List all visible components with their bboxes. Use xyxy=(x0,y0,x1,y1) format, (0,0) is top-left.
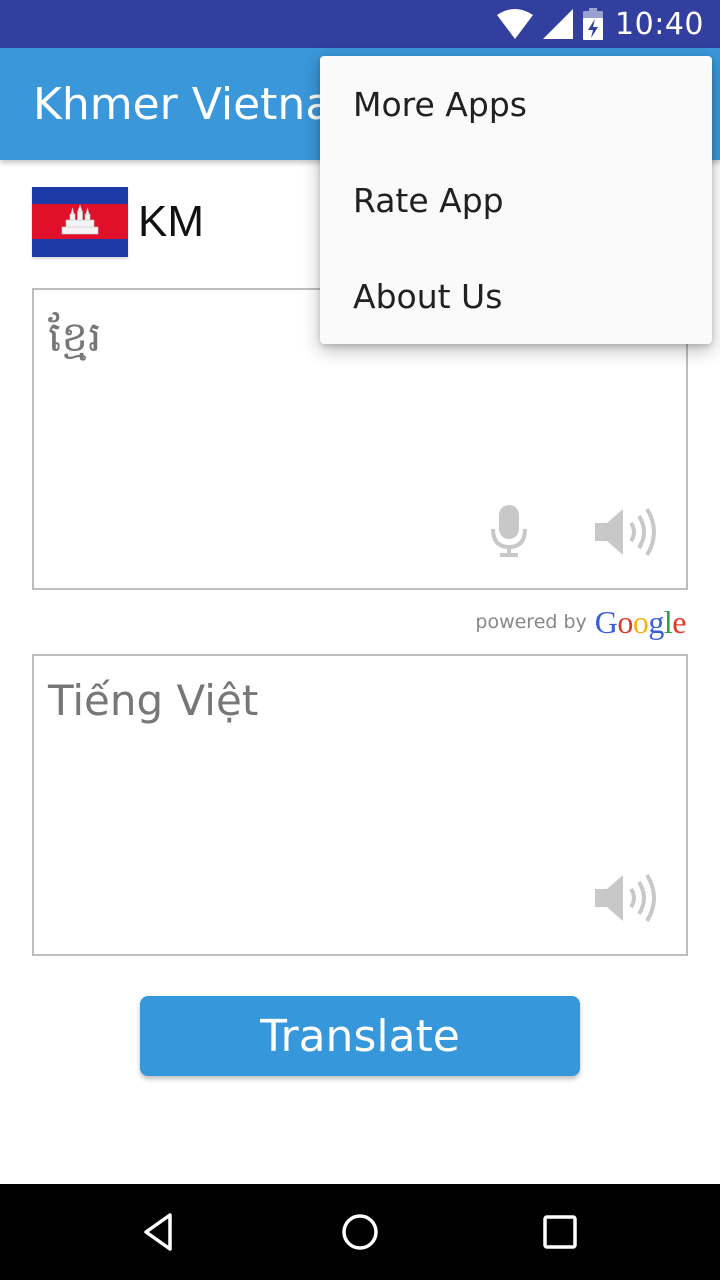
home-icon[interactable] xyxy=(336,1208,384,1256)
target-text-output[interactable]: Tiếng Việt xyxy=(32,654,688,956)
clock: 10:40 xyxy=(615,6,704,42)
cellular-signal-icon xyxy=(543,9,574,39)
google-letter: g xyxy=(648,603,664,640)
google-letter: o xyxy=(617,603,633,640)
source-speaker-icon[interactable] xyxy=(592,502,664,562)
back-icon[interactable] xyxy=(136,1208,184,1256)
google-logo: Google xyxy=(594,603,687,641)
google-letter: o xyxy=(632,603,649,640)
source-language-code: KM xyxy=(138,197,204,246)
target-placeholder: Tiếng Việt xyxy=(48,676,259,725)
wifi-icon xyxy=(497,9,534,39)
source-placeholder: ខ្មែរ xyxy=(48,312,102,361)
powered-by-label: powered by xyxy=(475,611,587,633)
menu-item-about-us[interactable]: About Us xyxy=(320,248,712,344)
recent-apps-icon[interactable] xyxy=(536,1208,584,1256)
target-speaker-icon[interactable] xyxy=(592,868,664,928)
google-letter: e xyxy=(672,603,686,640)
app-title: Khmer Vietna xyxy=(33,78,333,130)
translate-button[interactable]: Translate xyxy=(140,996,580,1076)
google-letter: G xyxy=(594,603,618,640)
battery-charging-icon xyxy=(583,8,604,40)
screen: 10:40 Khmer Vietna KM ខ្មែរ powered by G… xyxy=(0,0,720,1280)
microphone-icon[interactable] xyxy=(482,500,536,564)
menu-item-rate-app[interactable]: Rate App xyxy=(320,152,712,248)
navigation-bar xyxy=(0,1184,720,1280)
menu-item-more-apps[interactable]: More Apps xyxy=(320,56,712,152)
source-language-selector[interactable]: KM xyxy=(32,186,204,258)
overflow-menu: More Apps Rate App About Us xyxy=(320,56,712,344)
powered-by-google: powered by Google xyxy=(475,602,686,642)
status-bar: 10:40 xyxy=(0,0,720,48)
cambodia-flag-icon xyxy=(32,187,128,257)
